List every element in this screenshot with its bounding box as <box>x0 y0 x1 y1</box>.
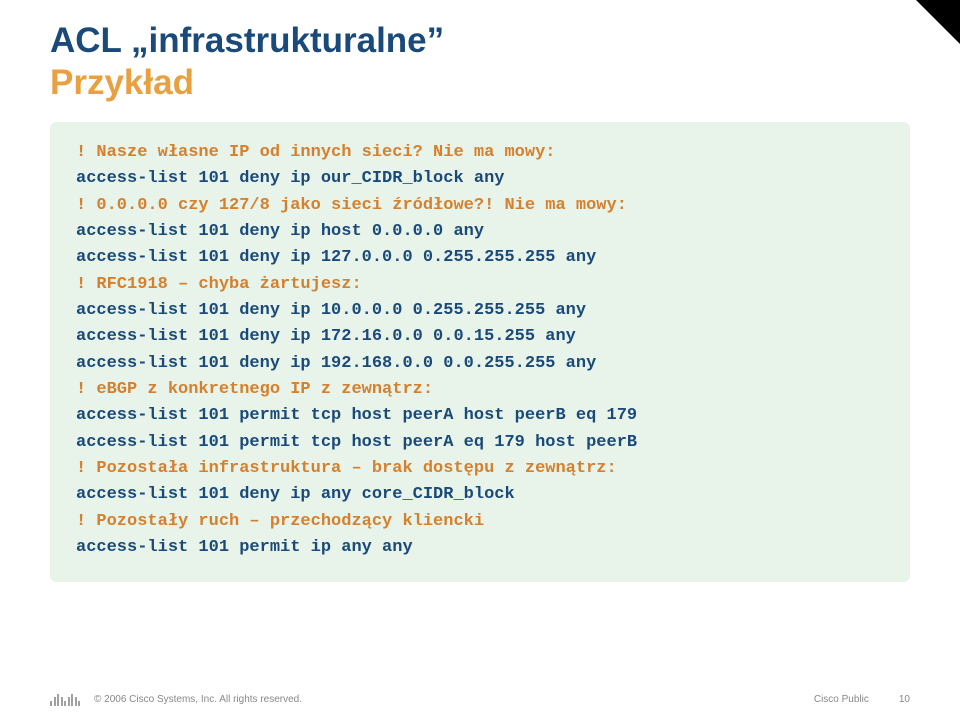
code-line: access-list 101 permit tcp host peerA ho… <box>76 403 884 429</box>
corner-fold-icon <box>916 0 960 44</box>
code-line: access-list 101 deny ip 172.16.0.0 0.0.1… <box>76 324 884 350</box>
footer: © 2006 Cisco Systems, Inc. All rights re… <box>0 692 960 706</box>
code-comment: ! Nasze własne IP od innych sieci? Nie m… <box>76 140 884 166</box>
footer-left: © 2006 Cisco Systems, Inc. All rights re… <box>50 692 302 706</box>
footer-copyright: © 2006 Cisco Systems, Inc. All rights re… <box>94 694 302 705</box>
footer-label: Cisco Public <box>814 694 869 705</box>
code-comment: ! eBGP z konkretnego IP z zewnątrz: <box>76 377 884 403</box>
code-comment: ! RFC1918 – chyba żartujesz: <box>76 272 884 298</box>
code-line: access-list 101 permit ip any any <box>76 535 884 561</box>
code-panel: ! Nasze własne IP od innych sieci? Nie m… <box>50 122 910 582</box>
title-block: ACL „infrastrukturalne” Przykład <box>50 20 910 104</box>
slide-container: ACL „infrastrukturalne” Przykład ! Nasze… <box>0 0 960 718</box>
code-comment: ! 0.0.0.0 czy 127/8 jako sieci źródłowe?… <box>76 193 884 219</box>
code-comment: ! Pozostały ruch – przechodzący kliencki <box>76 509 884 535</box>
code-line: access-list 101 deny ip our_CIDR_block a… <box>76 166 884 192</box>
footer-right: Cisco Public 10 <box>814 694 910 705</box>
code-line: access-list 101 permit tcp host peerA eq… <box>76 430 884 456</box>
code-line: access-list 101 deny ip any core_CIDR_bl… <box>76 482 884 508</box>
footer-page-number: 10 <box>899 694 910 705</box>
code-line: access-list 101 deny ip 10.0.0.0 0.255.2… <box>76 298 884 324</box>
slide-title: ACL „infrastrukturalne” <box>50 20 910 62</box>
slide-subtitle: Przykład <box>50 62 910 104</box>
code-line: access-list 101 deny ip 127.0.0.0 0.255.… <box>76 245 884 271</box>
cisco-logo-icon <box>50 692 80 706</box>
code-line: access-list 101 deny ip host 0.0.0.0 any <box>76 219 884 245</box>
code-comment: ! Pozostała infrastruktura – brak dostęp… <box>76 456 884 482</box>
code-line: access-list 101 deny ip 192.168.0.0 0.0.… <box>76 351 884 377</box>
